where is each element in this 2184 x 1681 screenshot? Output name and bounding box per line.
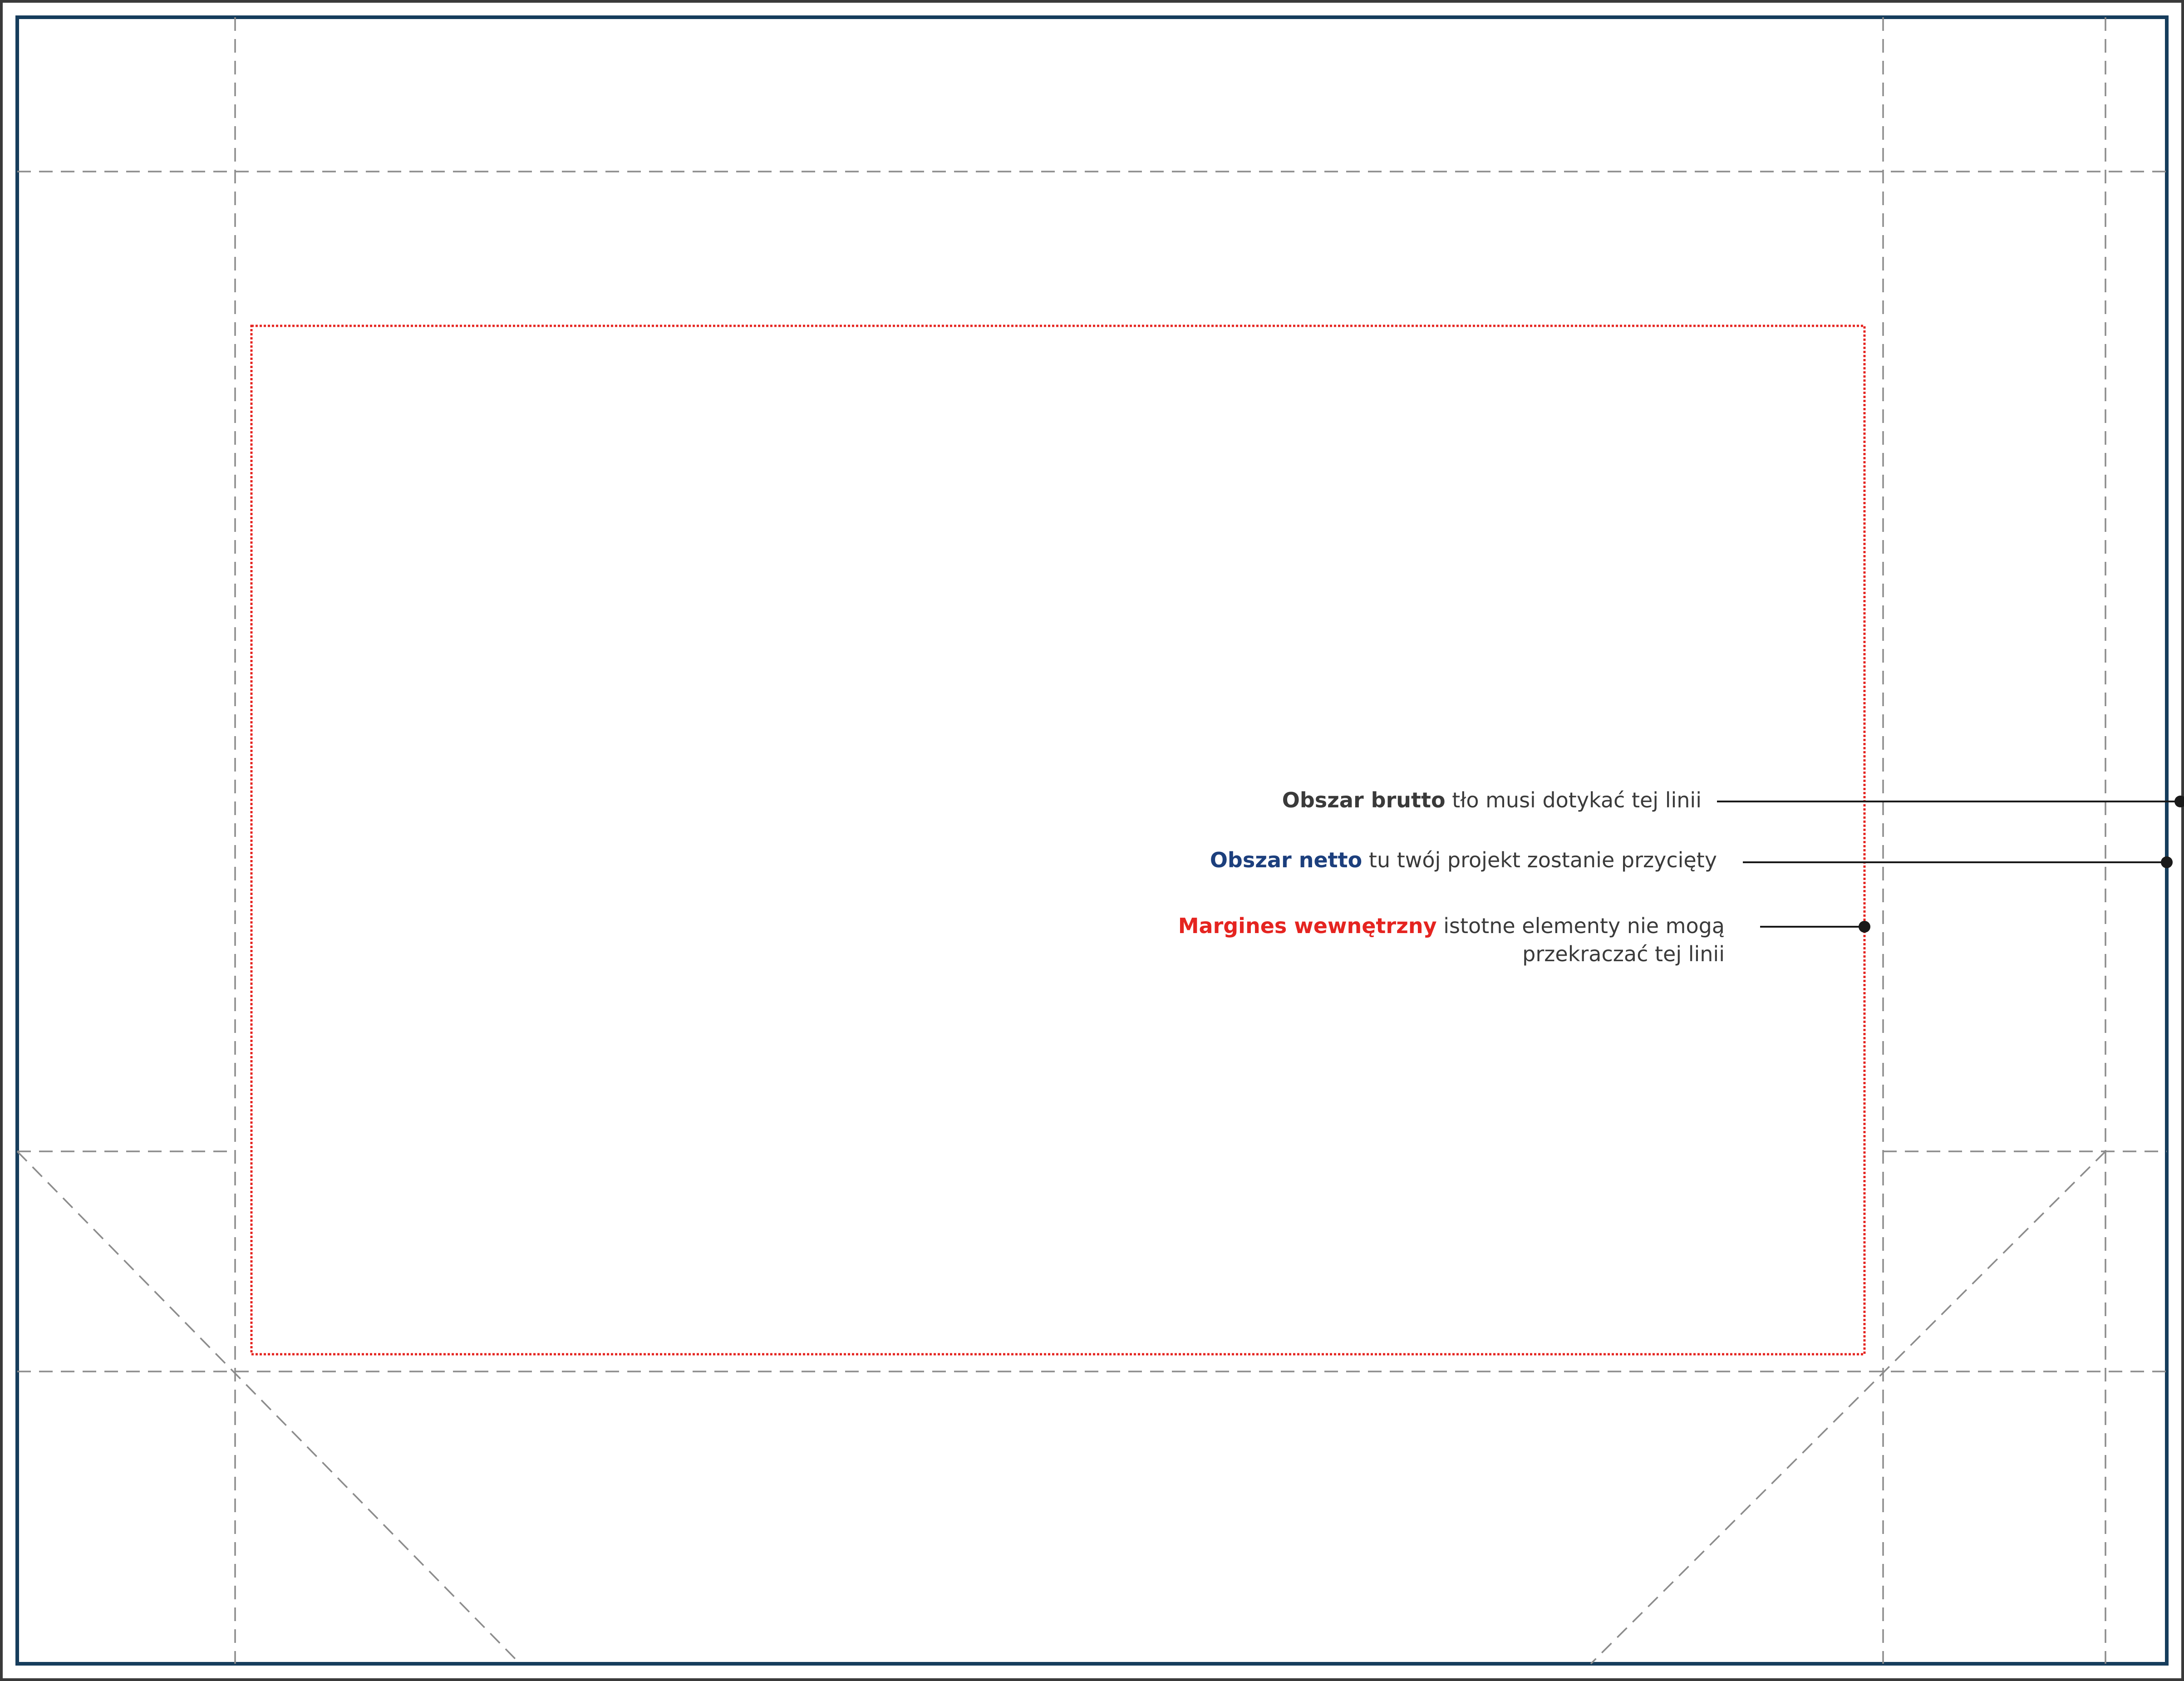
safety-margin-frame [250, 324, 1866, 1356]
leader-brutto [1717, 796, 2184, 807]
fold-diagonal-left [16, 1150, 518, 1662]
label-margines-line1: Margines wewnętrzny istotne elementy nie… [1178, 912, 1725, 940]
trim-frame [15, 15, 2169, 1666]
label-netto: Obszar netto tu twój projekt zostanie pr… [1210, 846, 1717, 874]
label-margines-title: Margines wewnętrzny [1178, 914, 1437, 938]
template-diagram [0, 0, 2184, 1681]
label-netto-title: Obszar netto [1210, 848, 1363, 872]
leader-brutto-dot [2174, 796, 2184, 807]
fold-diagonal-right [1590, 1150, 2106, 1665]
bleed-frame [0, 0, 2184, 1681]
leader-netto-dot [2161, 856, 2173, 868]
bag-print-template: Obszar brutto tło musi dotykać tej linii… [0, 0, 2184, 1681]
label-margines: Margines wewnętrzny istotne elementy nie… [1178, 912, 1725, 968]
label-brutto: Obszar brutto tło musi dotykać tej linii [1282, 786, 1702, 814]
leader-margines-dot [1859, 921, 1870, 933]
label-margines-text-line2: przekraczać tej linii [1522, 942, 1725, 966]
label-netto-text: tu twój projekt zostanie przycięty [1368, 848, 1717, 872]
leader-netto [1743, 856, 2173, 868]
label-brutto-title: Obszar brutto [1282, 788, 1446, 812]
leader-margines [1760, 921, 1870, 933]
fold-lines [16, 17, 2167, 1665]
label-brutto-text: tło musi dotykać tej linii [1452, 788, 1702, 812]
label-margines-text-line1: istotne elementy nie mogą [1443, 914, 1725, 938]
